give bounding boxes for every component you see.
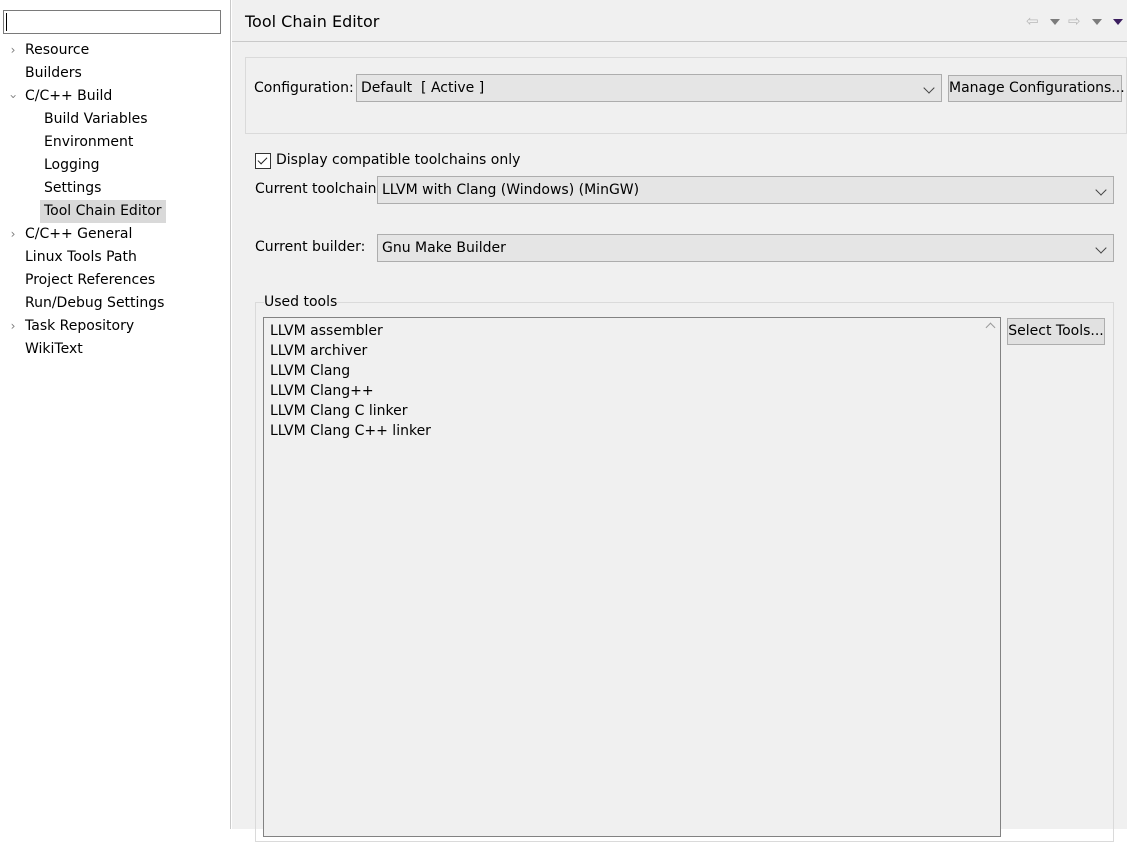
view-menu-icon[interactable] bbox=[1113, 19, 1123, 25]
page-title: Tool Chain Editor bbox=[245, 12, 380, 31]
tree-item-label: Environment bbox=[44, 134, 134, 150]
back-menu-icon[interactable] bbox=[1050, 19, 1060, 25]
forward-menu-icon[interactable] bbox=[1092, 19, 1102, 25]
tree-item-label: Resource bbox=[25, 42, 90, 58]
list-item[interactable]: LLVM Clang bbox=[270, 361, 350, 381]
tree-item-label: Build Variables bbox=[44, 111, 148, 127]
configuration-select-value: Default [ Active ] bbox=[361, 80, 485, 96]
chevron-right-icon[interactable]: › bbox=[7, 223, 19, 246]
tree-item-label: Logging bbox=[44, 157, 100, 173]
tree-item-label: C/C++ General bbox=[25, 226, 133, 242]
back-arrow-icon[interactable]: ⇦ bbox=[1026, 12, 1039, 30]
compatible-toolchains-checkbox[interactable] bbox=[255, 153, 271, 169]
scroll-up-arrow-icon[interactable] bbox=[985, 322, 996, 333]
configuration-select[interactable]: Default [ Active ] bbox=[356, 74, 942, 102]
current-builder-label: Current builder: bbox=[255, 239, 366, 255]
list-item[interactable]: LLVM Clang++ bbox=[270, 381, 374, 401]
chevron-down-icon bbox=[1095, 184, 1107, 196]
tree-item-label: Task Repository bbox=[25, 318, 135, 334]
tree-item-label: Tool Chain Editor bbox=[40, 200, 166, 223]
used-tools-list[interactable]: LLVM assembler LLVM archiver LLVM Clang … bbox=[263, 317, 1001, 837]
current-toolchain-label: Current toolchain: bbox=[255, 181, 382, 197]
chevron-down-icon bbox=[923, 82, 935, 94]
tree-item-label: Settings bbox=[44, 180, 102, 196]
used-tools-group-label: Used tools bbox=[264, 294, 338, 310]
property-page-tree-panel: › Resource Builders › C/C++ Build Build … bbox=[0, 0, 231, 829]
forward-arrow-icon[interactable]: ⇨ bbox=[1068, 12, 1081, 30]
list-item[interactable]: LLVM assembler bbox=[270, 321, 383, 341]
configuration-label: Configuration: bbox=[254, 80, 354, 96]
list-item[interactable]: LLVM archiver bbox=[270, 341, 367, 361]
select-tools-button[interactable]: Select Tools... bbox=[1007, 318, 1105, 345]
tree-item-label: Run/Debug Settings bbox=[25, 295, 165, 311]
property-page: Tool Chain Editor ⇦ ⇨ Configuration: Def… bbox=[232, 0, 1127, 842]
tree-item-label: Linux Tools Path bbox=[25, 249, 137, 265]
tree-item-label: C/C++ Build bbox=[25, 88, 113, 104]
list-item[interactable]: LLVM Clang C++ linker bbox=[270, 421, 431, 441]
compatible-toolchains-label[interactable]: Display compatible toolchains only bbox=[276, 152, 520, 168]
current-builder-select[interactable]: Gnu Make Builder bbox=[377, 234, 1114, 262]
text-caret bbox=[6, 13, 7, 31]
chevron-down-icon bbox=[1095, 242, 1107, 254]
chevron-right-icon[interactable]: › bbox=[7, 315, 19, 338]
tree-item-label: Project References bbox=[25, 272, 156, 288]
tree-item-label: WikiText bbox=[25, 341, 83, 357]
current-builder-value: Gnu Make Builder bbox=[382, 240, 506, 256]
manage-configurations-button[interactable]: Manage Configurations... bbox=[948, 75, 1125, 102]
tree-item-label: Builders bbox=[25, 65, 82, 81]
checkmark-icon bbox=[257, 154, 268, 165]
filter-input[interactable] bbox=[3, 10, 221, 34]
current-toolchain-select[interactable]: LLVM with Clang (Windows) (MinGW) bbox=[377, 176, 1114, 204]
configuration-section: Configuration: Default [ Active ] Manage… bbox=[245, 57, 1127, 134]
list-item[interactable]: LLVM Clang C linker bbox=[270, 401, 407, 421]
page-header: Tool Chain Editor ⇦ ⇨ bbox=[232, 0, 1127, 42]
current-toolchain-value: LLVM with Clang (Windows) (MinGW) bbox=[382, 182, 640, 198]
chevron-right-icon[interactable]: › bbox=[7, 39, 19, 62]
